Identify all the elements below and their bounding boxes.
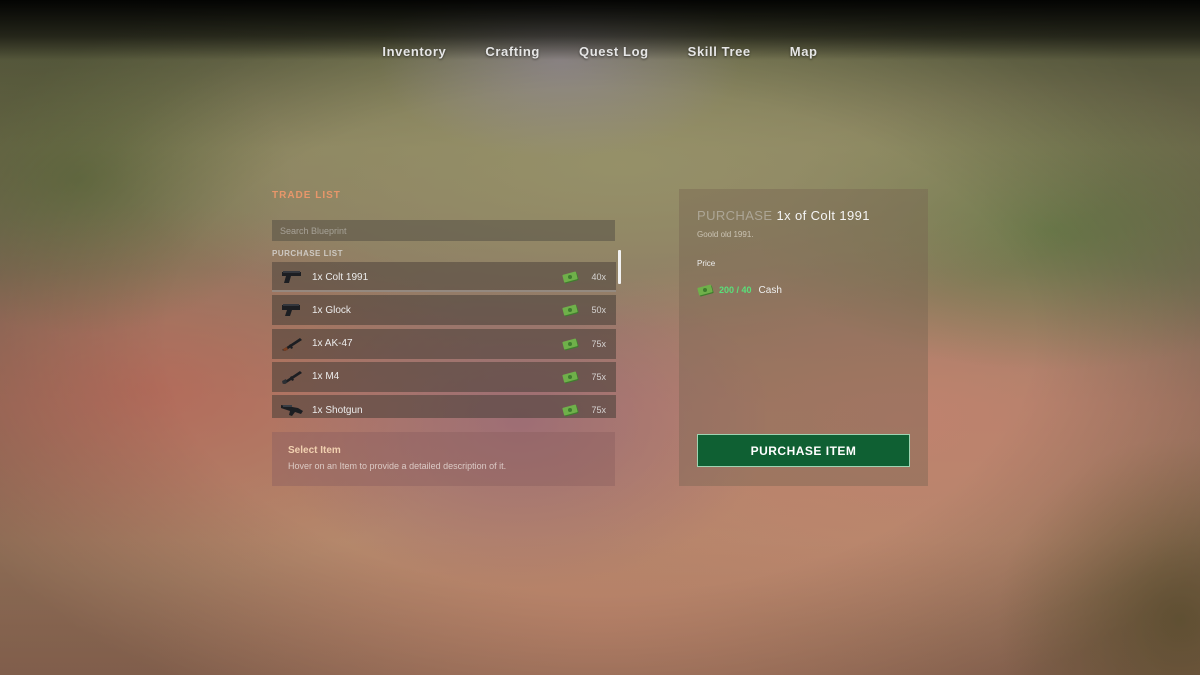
- list-item-name: 1x Glock: [312, 304, 351, 316]
- list-item-m4[interactable]: 1x M4 75x: [272, 361, 616, 392]
- list-item-glock[interactable]: 1x Glock 50x: [272, 295, 616, 326]
- pistol-icon: [280, 269, 304, 285]
- purchase-item-subtitle: Goold old 1991.: [697, 230, 754, 239]
- description-title: Select Item: [288, 445, 341, 456]
- cash-icon: [562, 403, 580, 417]
- nav-map[interactable]: Map: [790, 44, 818, 59]
- list-item-ak-47[interactable]: 1x AK-47 75x: [272, 328, 616, 359]
- rifle-icon: [280, 336, 304, 352]
- list-item-colt-1991[interactable]: 1x Colt 1991 40x: [272, 262, 616, 292]
- trade-list-title: TRADE LIST: [272, 190, 341, 201]
- rifle-icon: [280, 369, 304, 385]
- purchase-list-label: PURCHASE LIST: [272, 249, 343, 258]
- cash-icon: [697, 283, 715, 297]
- list-item-price: 75x: [591, 338, 606, 349]
- list-item-price: 50x: [591, 305, 606, 316]
- list-item-name: 1x AK-47: [312, 338, 353, 350]
- shotgun-icon: [280, 402, 304, 418]
- price-value: 200 / 40: [719, 285, 752, 295]
- nav-quest-log[interactable]: Quest Log: [579, 44, 649, 59]
- description-text: Hover on an Item to provide a detailed d…: [288, 461, 507, 471]
- list-item-name: 1x Shotgun: [312, 404, 363, 416]
- cash-icon: [562, 303, 580, 317]
- purchase-detail-panel: PURCHASE 1x of Colt 1991 Goold old 1991.…: [679, 189, 928, 486]
- price-row: 200 / 40 Cash: [697, 283, 782, 297]
- pistol-icon: [280, 302, 304, 318]
- game-scene-background: Inventory Crafting Quest Log Skill Tree …: [0, 0, 1200, 675]
- search-blueprint-input[interactable]: [272, 220, 615, 241]
- item-description-box: Select Item Hover on an Item to provide …: [272, 432, 615, 486]
- purchase-list-scrollbar[interactable]: [618, 250, 621, 284]
- cash-icon: [562, 370, 580, 384]
- price-currency: Cash: [758, 284, 782, 296]
- top-nav: Inventory Crafting Quest Log Skill Tree …: [0, 44, 1200, 59]
- price-label: Price: [697, 259, 716, 268]
- purchase-heading-item: 1x of Colt 1991: [776, 208, 870, 223]
- purchase-heading: PURCHASE 1x of Colt 1991: [697, 208, 870, 223]
- purchase-item-button[interactable]: PURCHASE ITEM: [697, 434, 910, 467]
- purchase-heading-prefix: PURCHASE: [697, 208, 773, 223]
- cash-icon: [562, 270, 580, 284]
- cash-icon: [562, 337, 580, 351]
- list-item-price: 75x: [591, 405, 606, 416]
- list-item-price: 75x: [591, 371, 606, 382]
- list-item-shotgun[interactable]: 1x Shotgun 75x: [272, 395, 616, 418]
- list-item-price: 40x: [591, 272, 606, 282]
- purchase-list: 1x Colt 1991 40x 1x Glock 50x 1x AK-47 7…: [272, 262, 616, 418]
- list-item-name: 1x Colt 1991: [312, 271, 369, 283]
- nav-inventory[interactable]: Inventory: [382, 44, 446, 59]
- nav-skill-tree[interactable]: Skill Tree: [688, 44, 751, 59]
- nav-crafting[interactable]: Crafting: [485, 44, 540, 59]
- list-item-name: 1x M4: [312, 371, 340, 383]
